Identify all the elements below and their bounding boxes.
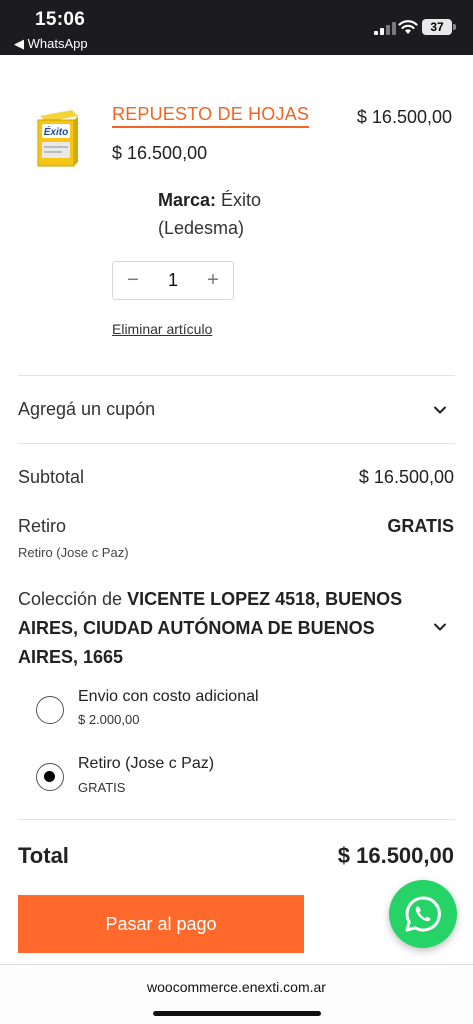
total-label: Total xyxy=(18,843,69,868)
product-thumbnail[interactable]: Éxito xyxy=(34,108,80,168)
divider xyxy=(18,443,455,444)
subtotal-value: $ 16.500,00 xyxy=(358,467,454,487)
product-unit-price: $ 16.500,00 xyxy=(112,143,208,163)
collection-prefix: Colección de xyxy=(18,589,123,609)
shipping-method-name: Retiro (Jose c Paz) xyxy=(18,545,129,560)
shipping-option-title: Envio con costo adicional xyxy=(78,688,259,705)
chevron-down-icon[interactable] xyxy=(433,620,447,634)
shipping-value: GRATIS xyxy=(387,516,454,536)
shipping-option-price: GRATIS xyxy=(78,780,126,795)
shipping-option-radio[interactable] xyxy=(36,763,64,791)
divider xyxy=(18,375,455,376)
whatsapp-chat-button[interactable] xyxy=(389,880,457,948)
shipping-option-radio[interactable] xyxy=(36,696,64,724)
remove-item-link[interactable]: Eliminar artículo xyxy=(112,321,212,337)
quantity-value[interactable]: 1 xyxy=(168,270,178,291)
product-line-total: $ 16.500,00 xyxy=(356,107,452,127)
url-domain[interactable]: woocommerce.enexti.com.ar xyxy=(0,979,473,995)
whatsapp-icon xyxy=(405,896,441,932)
home-indicator[interactable] xyxy=(153,1011,321,1016)
battery-icon xyxy=(453,24,456,30)
checkout-button[interactable]: Pasar al pago xyxy=(18,895,304,953)
chevron-down-icon[interactable] xyxy=(433,403,447,417)
shipping-option-title: Retiro (Jose c Paz) xyxy=(78,755,215,772)
battery-level: 37 xyxy=(422,19,452,35)
subtotal-label: Subtotal xyxy=(18,467,85,487)
quantity-stepper: − 1 + xyxy=(112,261,234,300)
cellular-signal-icon xyxy=(374,22,396,35)
wifi-icon xyxy=(398,20,418,34)
status-bar: 15:06 ◀ WhatsApp 37 xyxy=(0,0,473,55)
shipping-label: Retiro xyxy=(18,516,67,536)
coupon-label: Agregá un cupón xyxy=(18,399,156,419)
product-attribute: Marca: Éxito (Ledesma) xyxy=(158,186,298,242)
increase-quantity-button[interactable]: + xyxy=(203,269,223,292)
back-to-whatsapp-link[interactable]: ◀ WhatsApp xyxy=(14,36,88,52)
product-thumbnail-logo: Éxito xyxy=(44,125,68,138)
product-name-link[interactable]: REPUESTO DE HOJAS xyxy=(112,104,310,128)
shipping-option-price: $ 2.000,00 xyxy=(78,712,140,727)
divider xyxy=(18,819,455,820)
attribute-key: Marca: xyxy=(158,190,217,210)
decrease-quantity-button[interactable]: − xyxy=(123,269,143,292)
total-value: $ 16.500,00 xyxy=(337,843,454,868)
browser-address-bar[interactable]: woocommerce.enexti.com.ar xyxy=(0,964,473,1024)
clock: 15:06 xyxy=(35,9,86,30)
collection-address[interactable]: Colección de VICENTE LOPEZ 4518, BUENOS … xyxy=(18,585,418,672)
